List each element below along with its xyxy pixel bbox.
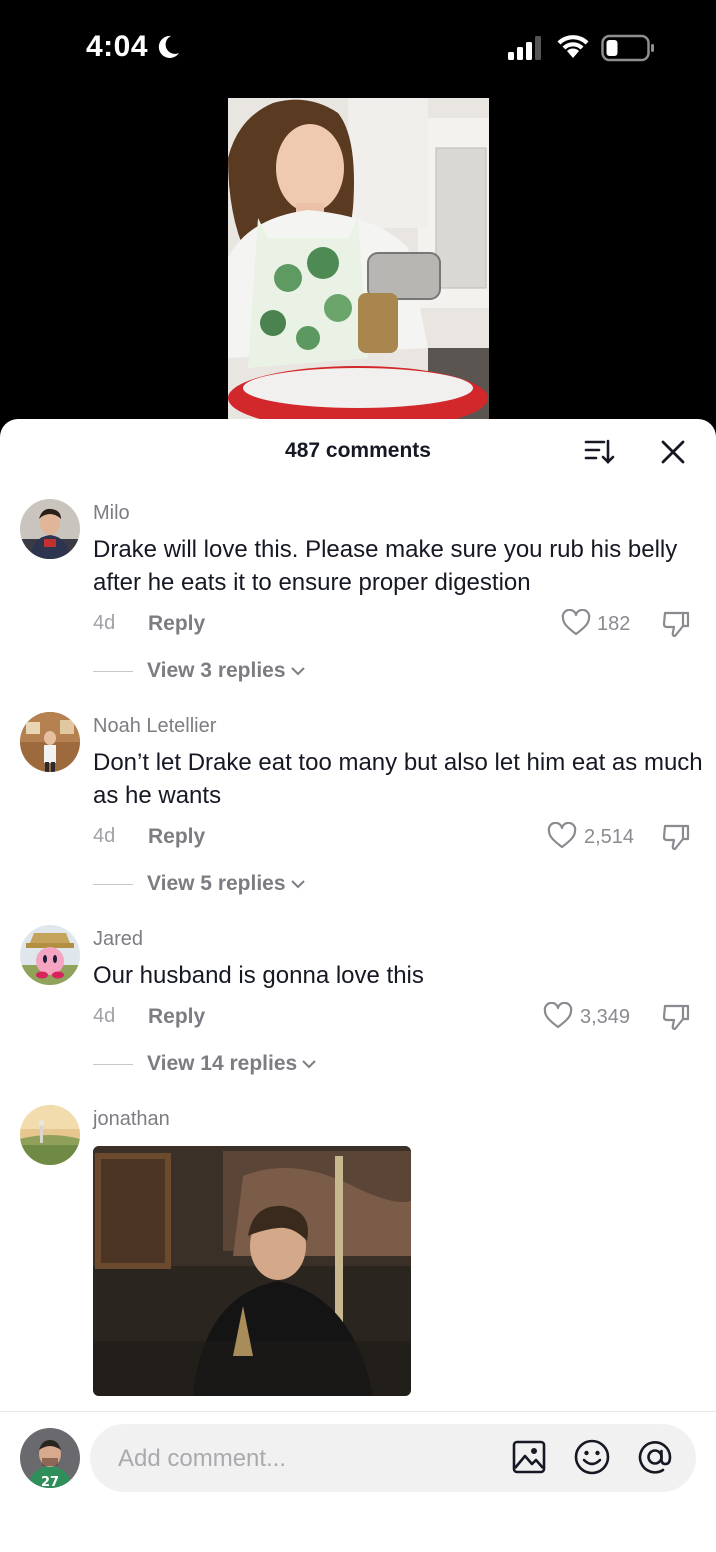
signal-icon: [508, 36, 541, 60]
avatar[interactable]: [20, 925, 80, 985]
view-replies-button[interactable]: View 14 replies: [93, 1052, 317, 1076]
comment-gif-image[interactable]: [93, 1146, 411, 1396]
battery-icon: [601, 34, 654, 62]
like-count: 2,514: [584, 826, 635, 848]
user-avatar[interactable]: 27: [20, 1428, 80, 1488]
dislike-icon[interactable]: [661, 1002, 691, 1032]
dislike-icon[interactable]: [661, 609, 691, 639]
comments-sheet: 487 comments Milo Drake will love this. …: [0, 419, 716, 1552]
comment-text: Don’t let Drake eat too many but also le…: [93, 749, 703, 809]
chevron-down-icon: [302, 1060, 316, 1069]
heart-icon[interactable]: [547, 822, 577, 850]
avatar[interactable]: [20, 499, 80, 559]
comment-username[interactable]: jonathan: [93, 1108, 170, 1131]
comment-age: 4d: [93, 612, 116, 634]
chevron-down-icon: [290, 667, 305, 676]
mention-icon[interactable]: [636, 1438, 674, 1476]
view-replies-button[interactable]: View 3 replies: [93, 659, 306, 683]
comment-age: 4d: [93, 825, 116, 847]
replies-divider: [93, 670, 133, 672]
video-frame-image: [228, 98, 489, 420]
comment-composer: 27 Add comment...: [0, 1411, 716, 1552]
view-replies-button[interactable]: View 5 replies: [93, 872, 306, 896]
image-icon[interactable]: [511, 1439, 547, 1475]
close-icon[interactable]: [658, 437, 688, 467]
comment-text: Our husband is gonna love this: [93, 962, 424, 989]
heart-icon[interactable]: [543, 1002, 573, 1030]
comment-text: Drake will love this. Please make sure y…: [93, 536, 678, 596]
view-replies-label: View 5 replies: [147, 872, 286, 895]
like-count: 3,349: [580, 1006, 631, 1028]
video-preview[interactable]: [228, 98, 489, 420]
avatar[interactable]: [20, 1105, 80, 1165]
view-replies-label: View 14 replies: [147, 1052, 298, 1075]
comment-username[interactable]: Milo: [93, 502, 130, 525]
replies-divider: [93, 883, 133, 885]
replies-divider: [93, 1063, 133, 1065]
moon-icon: [158, 35, 179, 58]
comment-username[interactable]: Noah Letellier: [93, 715, 216, 738]
wifi-icon: [557, 35, 589, 58]
comments-header: 487 comments: [0, 419, 716, 483]
comment-placeholder: Add comment...: [118, 1445, 287, 1472]
like-count: 182: [597, 613, 631, 635]
chevron-down-icon: [290, 880, 305, 889]
dislike-icon[interactable]: [661, 822, 691, 852]
status-time: 4:04: [86, 30, 149, 63]
reply-button[interactable]: Reply: [148, 1005, 205, 1029]
emoji-icon[interactable]: [573, 1438, 611, 1476]
view-replies-label: View 3 replies: [147, 659, 286, 682]
comment-age: 4d: [93, 1005, 116, 1027]
heart-icon[interactable]: [561, 609, 591, 637]
reply-button[interactable]: Reply: [148, 825, 205, 849]
sort-icon[interactable]: [583, 437, 615, 467]
reply-button[interactable]: Reply: [148, 612, 205, 636]
status-bar: 4:04: [0, 0, 716, 96]
avatar[interactable]: [20, 712, 80, 772]
svg-text:27: 27: [41, 1475, 59, 1488]
comment-username[interactable]: Jared: [93, 928, 143, 951]
